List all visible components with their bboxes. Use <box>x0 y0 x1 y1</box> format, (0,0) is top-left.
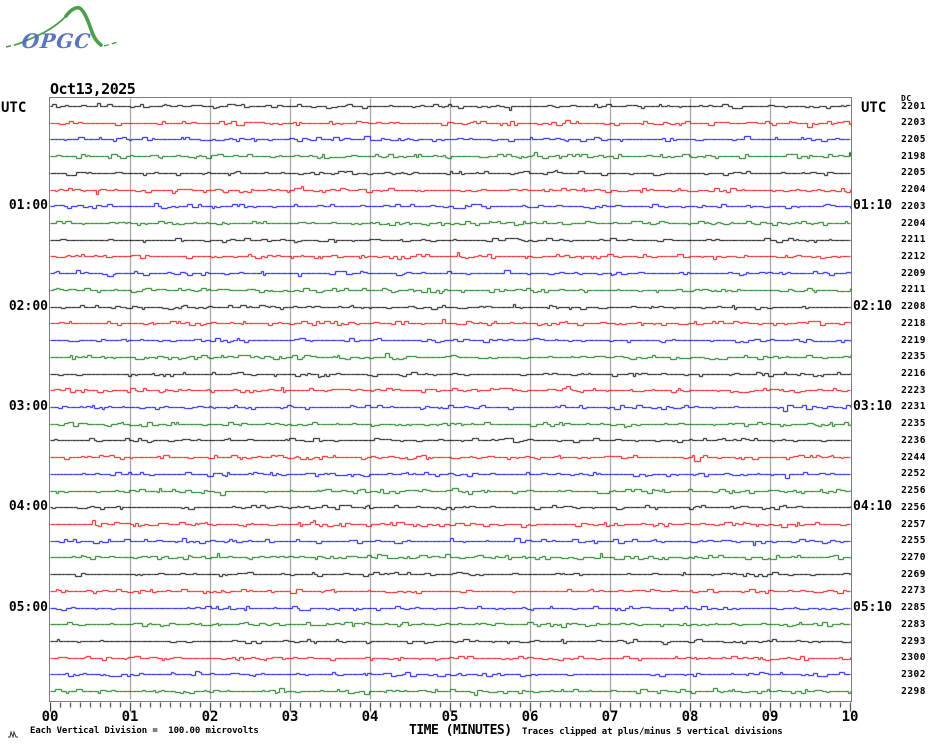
clip-note: Traces clipped at plus/minus 5 vertical … <box>522 727 783 737</box>
scale-note: Each Vertical Division = 100.00 microvol… <box>30 726 259 736</box>
helicorder-canvas <box>50 98 852 714</box>
dc-value: 2298 <box>901 685 926 697</box>
dc-value: 2252 <box>901 468 926 480</box>
dc-value: 2236 <box>901 434 926 446</box>
dc-value: 2256 <box>901 485 926 497</box>
opgc-logo: OPGC <box>5 5 119 53</box>
left-utc-title: UTC <box>1 100 27 116</box>
dc-value: 2270 <box>901 551 926 563</box>
dc-value: 2208 <box>901 301 926 313</box>
right-utc-title: UTC <box>861 100 887 116</box>
x-tick-label: 08 <box>681 709 699 725</box>
x-tick-label: 02 <box>201 709 219 725</box>
dc-value: 2203 <box>901 117 926 129</box>
helicorder-page: OPGC Oct13,2025 SSB HHZ G 10 (LB St Sauv… <box>0 0 930 744</box>
left-hour-label: 01:00 <box>8 198 48 214</box>
dc-value: 2273 <box>901 585 926 597</box>
left-hour-label: 03:00 <box>8 398 48 414</box>
x-tick-label: 04 <box>361 709 379 725</box>
x-tick-label: 00 <box>41 709 59 725</box>
dc-value: 2300 <box>901 652 926 664</box>
dc-value: 2257 <box>901 518 926 530</box>
left-hour-label: 04:00 <box>8 499 48 515</box>
left-hour-label: 05:00 <box>8 599 48 615</box>
dc-value: 2204 <box>901 184 926 196</box>
x-tick-label: 06 <box>521 709 539 725</box>
dc-value: 2211 <box>901 234 926 246</box>
dc-value: 2205 <box>901 133 926 145</box>
x-tick-label: 10 <box>841 709 859 725</box>
dc-value: 2198 <box>901 150 926 162</box>
x-tick-label: 05 <box>441 709 459 725</box>
dc-value: 2235 <box>901 351 926 363</box>
x-tick-label: 09 <box>761 709 779 725</box>
dc-value: 2201 <box>901 100 926 112</box>
dc-value: 2255 <box>901 535 926 547</box>
x-tick-label: 01 <box>121 709 139 725</box>
dc-value: 2209 <box>901 267 926 279</box>
x-tick-label: 03 <box>281 709 299 725</box>
dc-value: 2269 <box>901 568 926 580</box>
dc-value: 2211 <box>901 284 926 296</box>
dc-value: 2293 <box>901 635 926 647</box>
dc-value: 2285 <box>901 602 926 614</box>
logo-curve-dash-left <box>5 43 19 48</box>
left-hour-label: 02:00 <box>8 298 48 314</box>
dc-value: 2218 <box>901 317 926 329</box>
dc-value: 2223 <box>901 384 926 396</box>
dc-value: 2231 <box>901 401 926 413</box>
dc-value: 2203 <box>901 200 926 212</box>
dc-value: 2204 <box>901 217 926 229</box>
wiggle-icon <box>8 730 18 738</box>
logo-text: OPGC <box>21 29 93 53</box>
dc-value: 2205 <box>901 167 926 179</box>
dc-value: 2283 <box>901 618 926 630</box>
dc-value: 2256 <box>901 501 926 513</box>
header-date: Oct13,2025 <box>50 80 136 98</box>
dc-value: 2216 <box>901 368 926 380</box>
x-tick-label: 07 <box>601 709 619 725</box>
logo-curve-dash-right <box>103 41 119 47</box>
dc-value: 2219 <box>901 334 926 346</box>
time-axis-label: TIME (MINUTES) <box>409 723 512 738</box>
dc-value: 2302 <box>901 668 926 680</box>
dc-value: 2235 <box>901 418 926 430</box>
dc-value: 2212 <box>901 250 926 262</box>
dc-value: 2244 <box>901 451 926 463</box>
